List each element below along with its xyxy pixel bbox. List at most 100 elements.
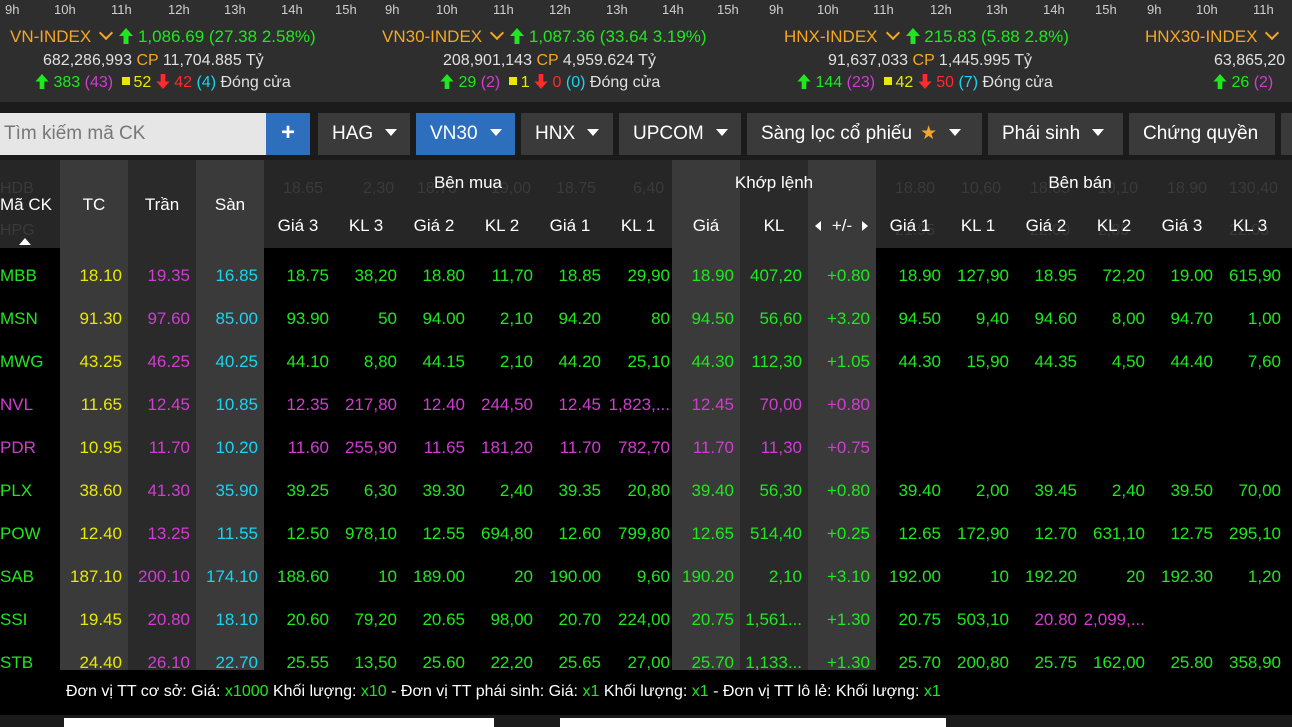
sort-asc-icon[interactable]	[19, 238, 31, 245]
index-card-hnx30[interactable]: 9h 10h 11h HNX30-INDEX 63,865,20 26 (2)	[1132, 0, 1292, 102]
index-card-vn30[interactable]: 9h 10h 11h 12h 13h 14h 15h VN30-INDEX 1,…	[372, 0, 772, 102]
header-buy-vol1: KL 1	[620, 216, 656, 235]
match-price-cell: 20.75	[691, 610, 734, 629]
symbol-cell[interactable]: STB	[0, 641, 60, 670]
symbol-cell[interactable]: MWG	[0, 340, 60, 383]
star-icon: ★	[920, 123, 938, 144]
buy-price3-cell: 20.60	[286, 610, 329, 629]
buy-price2-cell: 25.60	[422, 653, 465, 670]
table-row[interactable]: MBB 18.10 19.35 16.85 18.75 38,20 18.80 11,70 18…	[0, 254, 1292, 297]
filter-vn30-button[interactable]: VN30	[416, 113, 515, 155]
caret-down-icon	[949, 129, 962, 136]
hour-label: 10h	[54, 2, 76, 17]
buy-vol3-cell: 978,10	[345, 524, 397, 543]
buy-vol1-cell: 29,90	[627, 266, 670, 285]
table-row[interactable]: PLX 38.60 41.30 35.90 39.25 6,30 39.30 2,40 39.3…	[0, 469, 1292, 512]
index-name: HNX30-INDEX	[1145, 27, 1258, 46]
unit-value: x10	[360, 683, 387, 700]
hour-label: 14h	[281, 2, 303, 17]
sell-price3-cell: 94.70	[1170, 309, 1213, 328]
table-row[interactable]: MWG 43.25 46.25 40.25 44.10 8,80 44.15 2,10 44.2…	[0, 340, 1292, 383]
symbol-cell[interactable]: NVL	[0, 383, 60, 426]
ref-price-cell: 11.65	[80, 395, 122, 414]
table-row[interactable]: MSN 91.30 97.60 85.00 93.90 50 94.00 2,10 94.20 8…	[0, 297, 1292, 340]
symbol-cell[interactable]: SAB	[0, 555, 60, 598]
filter-hag-button[interactable]: HAG	[318, 113, 410, 155]
table-row[interactable]: POW 12.40 13.25 11.55 12.50 978,10 12.55 694,80…	[0, 512, 1292, 555]
buy-vol3-cell: 13,50	[354, 653, 397, 670]
sell-vol3-cell	[1216, 383, 1281, 426]
declines-count: 42	[174, 74, 193, 91]
sell-vol1-cell: 503,10	[957, 610, 1009, 629]
buy-price1-cell: 20.70	[558, 610, 601, 629]
ceiling-price-cell: 41.30	[147, 481, 190, 500]
warrants-button[interactable]: Chứng quyền	[1129, 113, 1275, 155]
advances-count: 144	[815, 74, 843, 91]
buy-vol3-cell: 50	[378, 309, 397, 328]
symbol-cell[interactable]: SSI	[0, 598, 60, 641]
chevron-down-icon[interactable]	[99, 25, 114, 41]
sell-price2-cell	[1012, 426, 1077, 469]
chevron-down-icon[interactable]	[885, 25, 900, 41]
derivatives-button[interactable]: Phái sinh	[988, 113, 1123, 155]
change-cell: +3.10	[826, 567, 870, 586]
index-card-vn[interactable]: 9h 10h 11h 12h 13h 14h 15h VN-INDEX 1,08…	[0, 0, 372, 102]
sell-price3-cell: 12.75	[1170, 524, 1213, 543]
chevron-down-icon[interactable]	[490, 25, 505, 41]
buy-vol3-cell: 217,80	[345, 395, 397, 414]
table-row[interactable]: STB 24.40 26.10 22.70 25.55 13,50 25.60 22,20 25…	[0, 641, 1292, 670]
buy-vol2-cell: 181,20	[481, 438, 533, 457]
sell-price2-cell: 20.80	[1034, 610, 1077, 629]
table-row[interactable]: PDR 10.95 11.70 10.20 11.60 255,90 11.65 181,20…	[0, 426, 1292, 469]
buy-vol2-cell: 98,00	[490, 610, 533, 629]
add-symbol-button[interactable]: +	[266, 113, 310, 155]
symbol-cell[interactable]: PDR	[0, 426, 60, 469]
symbol-cell[interactable]: PLX	[0, 469, 60, 512]
stock-screener-button[interactable]: Sàng lọc cổ phiếu ★	[747, 113, 982, 155]
sell-price2-cell: 44.35	[1034, 352, 1077, 371]
arrow-up-icon	[35, 74, 49, 89]
floor-price-cell: 10.85	[215, 395, 258, 414]
sell-vol3-cell: 70,00	[1238, 481, 1281, 500]
symbol-cell[interactable]: MBB	[0, 254, 60, 297]
filter-upcom-button[interactable]: UPCOM	[619, 113, 741, 155]
sell-price1-cell: 20.75	[898, 610, 941, 629]
buy-price3-cell: 39.25	[286, 481, 329, 500]
change-cell: +1.30	[826, 653, 870, 670]
hour-label: 9h	[5, 2, 20, 17]
filter-hnx-button[interactable]: HNX	[521, 113, 613, 155]
table-row[interactable]: SAB 187.10 200.10 174.10 188.60 10 189.00 20 190…	[0, 555, 1292, 598]
table-row[interactable]: NVL 11.65 12.45 10.85 12.35 217,80 12.40 244,50…	[0, 383, 1292, 426]
header-symbol[interactable]: Mã CK	[0, 195, 60, 215]
search-input[interactable]	[0, 113, 266, 155]
button-label: UPCOM	[633, 123, 704, 144]
buy-vol1-cell: 80	[651, 309, 670, 328]
more-button[interactable]	[1281, 113, 1292, 155]
ref-price-cell: 19.45	[79, 610, 122, 629]
change-cell: +0.80	[826, 266, 870, 285]
caret-down-icon	[385, 129, 398, 136]
ceiling-price-cell: 20.80	[147, 610, 190, 629]
floor-price-cell: 11.55	[216, 524, 258, 543]
chevron-down-icon[interactable]	[1265, 25, 1280, 41]
hour-label: 13h	[986, 2, 1008, 17]
sell-price1-cell: 18.90	[898, 266, 941, 285]
ceiling-count: (2)	[1253, 74, 1274, 91]
floor-price-cell: 174.10	[206, 567, 258, 586]
hour-label: 9h	[385, 2, 400, 17]
ceiling-price-cell: 46.25	[147, 352, 190, 371]
index-card-hnx[interactable]: 9h 10h 11h 12h 13h 14h 15h HNX-INDEX 215…	[769, 0, 1132, 102]
match-vol-cell: 407,20	[750, 266, 802, 285]
symbol-cell[interactable]: POW	[0, 512, 60, 555]
unit-value: x1	[582, 683, 600, 700]
cp-label: CP	[536, 52, 559, 69]
floor-price-cell: 10.20	[215, 438, 258, 457]
buy-price1-cell: 18.85	[558, 266, 601, 285]
index-value: 1,086.69	[137, 27, 205, 46]
toolbar: + HAG VN30 HNX UPCOM Sàng lọc cổ phiếu★ …	[0, 102, 1292, 160]
arrow-right-icon[interactable]	[862, 221, 868, 231]
table-row[interactable]: SSI 19.45 20.80 18.10 20.60 79,20 20.65 98,00 20…	[0, 598, 1292, 641]
symbol-cell[interactable]: MSN	[0, 297, 60, 340]
index-volume: 208,901,143	[443, 52, 532, 69]
sell-vol2-cell	[1080, 383, 1145, 426]
